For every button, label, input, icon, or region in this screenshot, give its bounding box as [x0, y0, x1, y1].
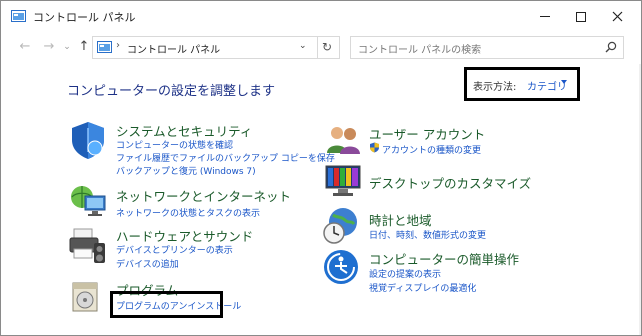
back-button[interactable]: ← — [17, 39, 33, 55]
up-button[interactable]: ↑ — [76, 39, 92, 55]
category-ease-of-access[interactable]: コンピューターの簡単操作 — [369, 249, 519, 268]
shield-icon[interactable] — [68, 120, 108, 160]
programs-icon[interactable] — [69, 277, 105, 315]
link-let-windows-suggest[interactable]: 設定の提案の表示 — [369, 267, 441, 280]
link-optimize-visual-display[interactable]: 視覚ディスプレイの最適化 — [369, 281, 476, 294]
link-check-computer-status[interactable]: コンピューターの状態を確認 — [116, 138, 233, 151]
scrollbar[interactable] — [639, 64, 641, 335]
uac-shield-icon — [370, 142, 379, 153]
close-button[interactable] — [599, 1, 635, 32]
breadcrumb[interactable]: コントロール パネル — [127, 41, 220, 56]
link-add-device[interactable]: デバイスの追加 — [116, 257, 179, 270]
category-clock-region[interactable]: 時計と地域 — [369, 210, 432, 229]
link-file-history-backup[interactable]: ファイル履歴でファイルのバックアップ コピーを保存 — [116, 151, 335, 164]
network-icon[interactable] — [68, 184, 108, 220]
close-icon — [612, 11, 622, 22]
arrow-up-icon: ↑ — [78, 39, 90, 54]
address-bar[interactable]: › コントロール パネル ⌄ — [92, 36, 318, 59]
search-icon[interactable] — [605, 41, 617, 53]
recent-locations-button[interactable]: ⌄ — [59, 39, 75, 55]
arrow-right-icon: → — [43, 39, 55, 54]
navigation-bar: ← → ⌄ ↑ › コントロール パネル ⌄ ↻ コントロール パネルの検索 — [1, 32, 641, 64]
clock-globe-icon[interactable] — [321, 206, 361, 246]
view-by-selector: 表示方法: カテゴリ — [464, 67, 580, 101]
refresh-icon: ↻ — [321, 40, 333, 54]
printer-icon[interactable] — [66, 225, 108, 265]
view-by-label: 表示方法: — [473, 82, 517, 93]
link-devices-printers[interactable]: デバイスとプリンターの表示 — [116, 243, 233, 256]
desktop-icon[interactable] — [323, 164, 363, 198]
chevron-down-icon[interactable]: ⌄ — [299, 41, 307, 51]
category-network-internet[interactable]: ネットワークとインターネット — [116, 186, 291, 205]
category-appearance-personalization[interactable]: デスクトップのカスタマイズ — [369, 173, 531, 192]
control-panel-window: コントロール パネル ← → ⌄ ↑ › コントロール パネル ⌄ ↻ コントロ… — [0, 0, 642, 336]
maximize-button[interactable] — [563, 1, 599, 32]
ease-of-access-icon[interactable] — [322, 248, 360, 286]
forward-button[interactable]: → — [41, 39, 57, 55]
control-panel-icon — [97, 41, 112, 53]
minimize-button[interactable] — [527, 1, 563, 32]
link-change-account-type[interactable]: アカウントの種類の変更 — [382, 143, 481, 156]
link-network-status[interactable]: ネットワークの状態とタスクの表示 — [116, 206, 260, 219]
arrow-left-icon: ← — [19, 39, 31, 54]
link-backup-restore[interactable]: バックアップと復元 (Windows 7) — [116, 164, 256, 177]
link-change-date-time-format[interactable]: 日付、時刻、数値形式の変更 — [369, 228, 486, 241]
highlight-box — [110, 291, 223, 318]
title-bar[interactable]: コントロール パネル — [1, 1, 641, 32]
search-input[interactable]: コントロール パネルの検索 — [358, 41, 481, 56]
chevron-down-icon[interactable] — [561, 80, 567, 84]
category-user-accounts[interactable]: ユーザー アカウント — [369, 124, 485, 143]
chevron-down-icon: ⌄ — [63, 42, 71, 52]
breadcrumb-separator-icon[interactable]: › — [116, 40, 120, 51]
window-title: コントロール パネル — [33, 11, 136, 24]
users-icon[interactable] — [325, 123, 363, 155]
control-panel-icon — [11, 10, 26, 22]
refresh-button[interactable]: ↻ — [315, 36, 340, 59]
search-box[interactable]: コントロール パネルの検索 — [350, 36, 624, 59]
page-title: コンピューターの設定を調整します — [67, 84, 276, 99]
